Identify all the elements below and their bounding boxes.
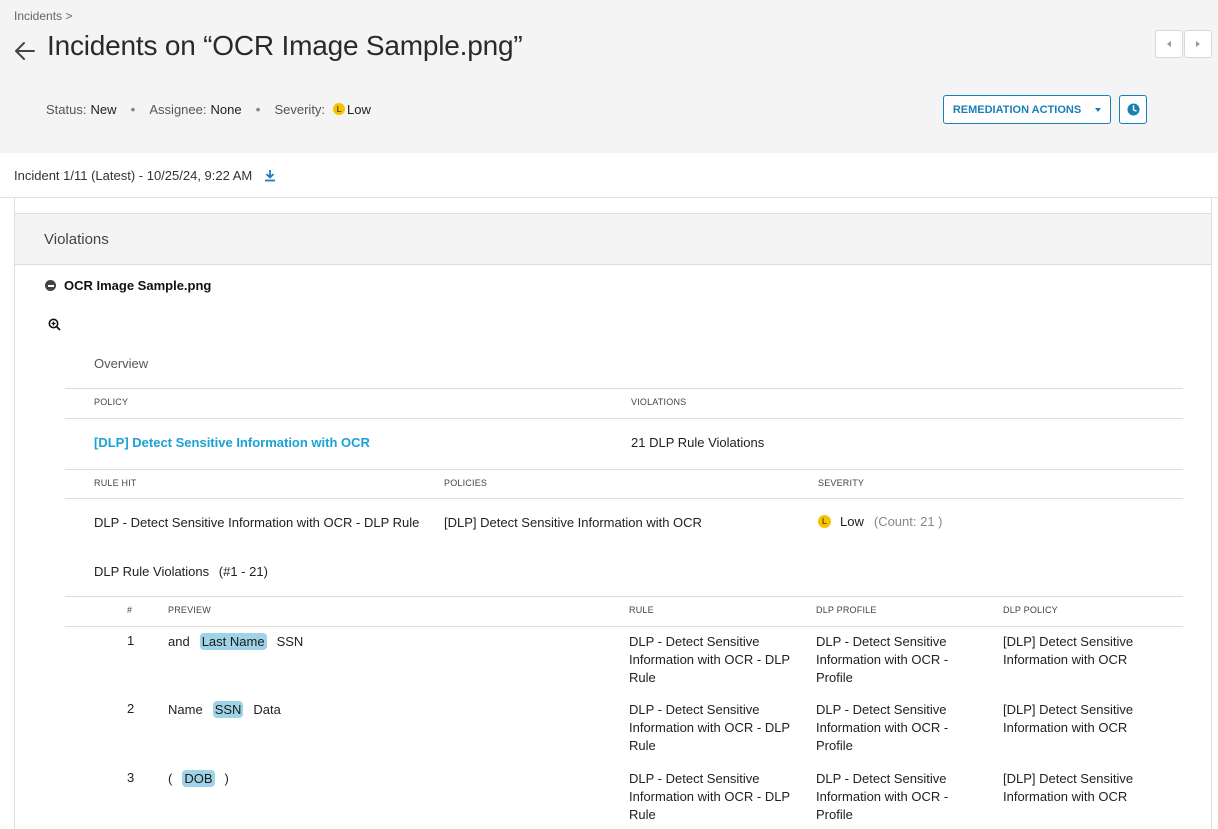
- assignee-value[interactable]: None: [210, 102, 241, 117]
- severity-value[interactable]: Low: [347, 102, 371, 117]
- page-title: Incidents on “OCR Image Sample.png”: [47, 30, 523, 61]
- preview-text-before: (: [168, 771, 173, 786]
- row-dlp-policy: [DLP] Detect Sensitive Information with …: [1003, 634, 1134, 667]
- preview-text-after: ): [224, 771, 229, 786]
- dlp-rule-violations-range: (#1 - 21): [218, 564, 268, 579]
- row-number: 3: [127, 770, 135, 785]
- download-icon[interactable]: [264, 169, 276, 182]
- preview-text-after: Data: [253, 702, 281, 717]
- clock-icon: [1127, 103, 1139, 116]
- preview-text-before: Name: [168, 702, 203, 717]
- violations-heading: Violations: [15, 214, 1211, 265]
- rule-hit-value: DLP - Detect Sensitive Information with …: [94, 515, 420, 530]
- caret-left-icon: [1167, 41, 1171, 47]
- separator-dot: •: [255, 101, 261, 117]
- zoom-in-icon[interactable]: [48, 318, 61, 331]
- row-dlp-policy: [DLP] Detect Sensitive Information with …: [1003, 771, 1134, 804]
- severity-label: Severity:: [274, 101, 326, 117]
- back-arrow-icon[interactable]: [12, 38, 38, 64]
- row-preview: and Last Name SSN: [168, 633, 313, 650]
- dlp-policy-column-header: DLP POLICY: [1003, 605, 1058, 615]
- incident-selector: Incident 1/11 (Latest) - 10/25/24, 9:22 …: [0, 153, 1218, 198]
- row-rule: DLP - Detect Sensitive Information with …: [629, 771, 790, 822]
- preview-match-highlight: SSN: [212, 701, 244, 718]
- collapse-icon[interactable]: [45, 280, 56, 291]
- incident-label[interactable]: Incident 1/11 (Latest) - 10/25/24, 9:22 …: [14, 168, 252, 183]
- severity-cell: L Low (Count: 21 ): [818, 514, 943, 529]
- row-number: 1: [127, 633, 135, 648]
- violation-count: (Count: 21 ): [873, 514, 943, 529]
- rule-column-header: RULE: [629, 605, 654, 615]
- file-row[interactable]: OCR Image Sample.png: [45, 278, 211, 293]
- history-button[interactable]: [1119, 95, 1147, 124]
- violations-panel: Violations OCR Image Sample.png Overview…: [14, 198, 1212, 829]
- row-rule: DLP - Detect Sensitive Information with …: [629, 702, 790, 753]
- number-column-header: #: [127, 605, 133, 615]
- row-preview: Name SSN Data: [168, 701, 291, 718]
- preview-text-after: SSN: [276, 634, 304, 649]
- panel-top-strip: [15, 198, 1211, 214]
- divider: [65, 418, 1183, 419]
- row-preview: ( DOB ): [168, 770, 239, 787]
- row-number: 2: [127, 701, 135, 716]
- preview-column-header: PREVIEW: [168, 605, 211, 615]
- policies-column-header: POLICIES: [444, 478, 488, 488]
- rule-hit-column-header: RULE HIT: [94, 478, 137, 488]
- remediation-actions-label: REMEDIATION ACTIONS: [952, 103, 1082, 116]
- overview-title: Overview: [94, 356, 149, 371]
- preview-match-highlight: DOB: [182, 770, 215, 787]
- row-dlp-profile: DLP - Detect Sensitive Information with …: [816, 634, 949, 685]
- severity-value: Low: [840, 514, 864, 529]
- remediation-actions-button[interactable]: REMEDIATION ACTIONS: [943, 95, 1111, 124]
- policy-link[interactable]: [DLP] Detect Sensitive Information with …: [94, 435, 370, 450]
- status-row: Status: New • Assignee: None • Severity:…: [46, 101, 371, 117]
- previous-incident-button[interactable]: [1155, 30, 1183, 58]
- file-name: OCR Image Sample.png: [64, 278, 212, 293]
- separator-dot: •: [130, 101, 136, 117]
- chevron-down-icon: [1095, 107, 1102, 112]
- policies-value: [DLP] Detect Sensitive Information with …: [444, 515, 702, 530]
- incident-header: Incidents > Incidents on “OCR Image Samp…: [0, 0, 1218, 153]
- policy-column-header: POLICY: [94, 397, 129, 407]
- dlp-rule-violations-title: DLP Rule Violations (#1 - 21): [94, 564, 268, 579]
- violations-column-header: VIOLATIONS: [631, 397, 687, 407]
- severity-low-icon: L: [818, 515, 831, 528]
- divider: [65, 388, 1183, 389]
- row-dlp-profile: DLP - Detect Sensitive Information with …: [816, 702, 949, 753]
- row-rule: DLP - Detect Sensitive Information with …: [629, 634, 790, 685]
- divider: [65, 626, 1183, 627]
- severity-column-header: SEVERITY: [818, 478, 865, 488]
- preview-text-before: and: [168, 634, 190, 649]
- dlp-profile-column-header: DLP PROFILE: [816, 605, 877, 615]
- row-dlp-policy: [DLP] Detect Sensitive Information with …: [1003, 702, 1134, 735]
- divider: [65, 498, 1183, 499]
- status-value[interactable]: New: [90, 102, 116, 117]
- dlp-rule-violations-label: DLP Rule Violations: [94, 564, 210, 579]
- row-dlp-profile: DLP - Detect Sensitive Information with …: [816, 771, 949, 822]
- divider: [65, 469, 1183, 470]
- severity-low-icon: L: [333, 103, 346, 115]
- violations-count: 21 DLP Rule Violations: [631, 435, 765, 450]
- next-incident-button[interactable]: [1184, 30, 1212, 58]
- assignee-label: Assignee:: [149, 101, 207, 117]
- preview-match-highlight: Last Name: [199, 633, 267, 650]
- status-label: Status:: [46, 101, 87, 117]
- caret-right-icon: [1196, 41, 1200, 47]
- breadcrumb[interactable]: Incidents >: [14, 9, 72, 23]
- divider: [65, 596, 1183, 597]
